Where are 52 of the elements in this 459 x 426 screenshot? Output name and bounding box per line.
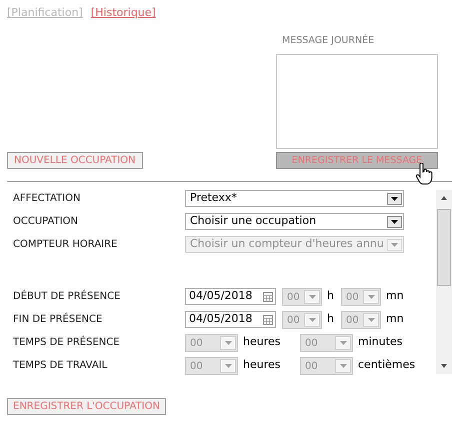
caret-icon [340,364,346,368]
caret-icon [224,364,232,368]
dropdown[interactable]: Pretexx* [185,190,404,207]
dropdown[interactable]: Choisir une occupation [185,213,404,230]
dropdown[interactable]: 00 [282,310,322,328]
unit-label: h [327,288,335,304]
date-field[interactable]: 04/05/2018 [185,288,276,305]
calendar-icon[interactable] [263,292,273,302]
dropdown[interactable]: 00 [185,356,238,374]
unit-label: minutes [358,334,403,350]
field-label: OCCUPATION [13,215,80,229]
date-field[interactable]: 04/05/2018 [185,311,276,328]
field-label: TEMPS DE PRÉSENCE [13,335,121,350]
dropdown[interactable]: 00 [185,334,238,352]
calendar-icon[interactable] [263,314,273,324]
unit-label: centièmes [358,357,416,374]
dropdown[interactable]: 00 [282,288,322,306]
caret-icon [391,242,398,246]
unit-label: heures [243,334,282,350]
message-label: MESSAGE JOURNÉE [281,34,376,48]
dropdown[interactable]: 00 [300,356,353,374]
caret-icon [308,294,316,298]
save-occupation-button[interactable]: ENREGISTRER L'OCCUPATION [7,398,166,415]
caret-icon [368,318,374,322]
dropdown[interactable]: 00 [300,334,353,352]
scrollbar[interactable] [436,190,452,374]
caret-icon [368,294,374,298]
dropdown[interactable]: 00 [341,288,381,306]
caret-icon [224,340,232,344]
hand-cursor-icon [415,163,433,185]
unit-label: heures [243,357,282,374]
field-label: COMPTEUR HORAIRE [13,238,118,252]
new-occupation-button[interactable]: NOUVELLE OCCUPATION [7,152,142,169]
field-label: FIN DE PRÉSENCE [13,312,104,327]
field-label: TEMPS DE TRAVAIL [13,359,108,373]
caret-icon [308,318,316,322]
caret-icon [391,196,398,200]
message-field[interactable] [276,54,438,149]
dropdown: Choisir un compteur d'heures annu [185,236,404,253]
scroll-up-icon[interactable] [441,196,447,200]
unit-label: mn [386,288,404,304]
field-label: AFFECTATION [13,192,82,206]
nav-link[interactable]: [Historique] [90,6,156,20]
unit-label: mn [386,311,404,328]
unit-label: h [327,311,335,328]
save-message-button[interactable]: ENREGISTRER LE MESSAGE [276,152,438,169]
field-label: DÉBUT DE PRÉSENCE [13,289,122,304]
caret-icon [391,220,398,224]
nav-link[interactable]: [Planification] [7,6,83,20]
caret-icon [340,340,346,344]
dropdown[interactable]: 00 [341,310,381,328]
scroll-down-icon[interactable] [441,364,447,368]
